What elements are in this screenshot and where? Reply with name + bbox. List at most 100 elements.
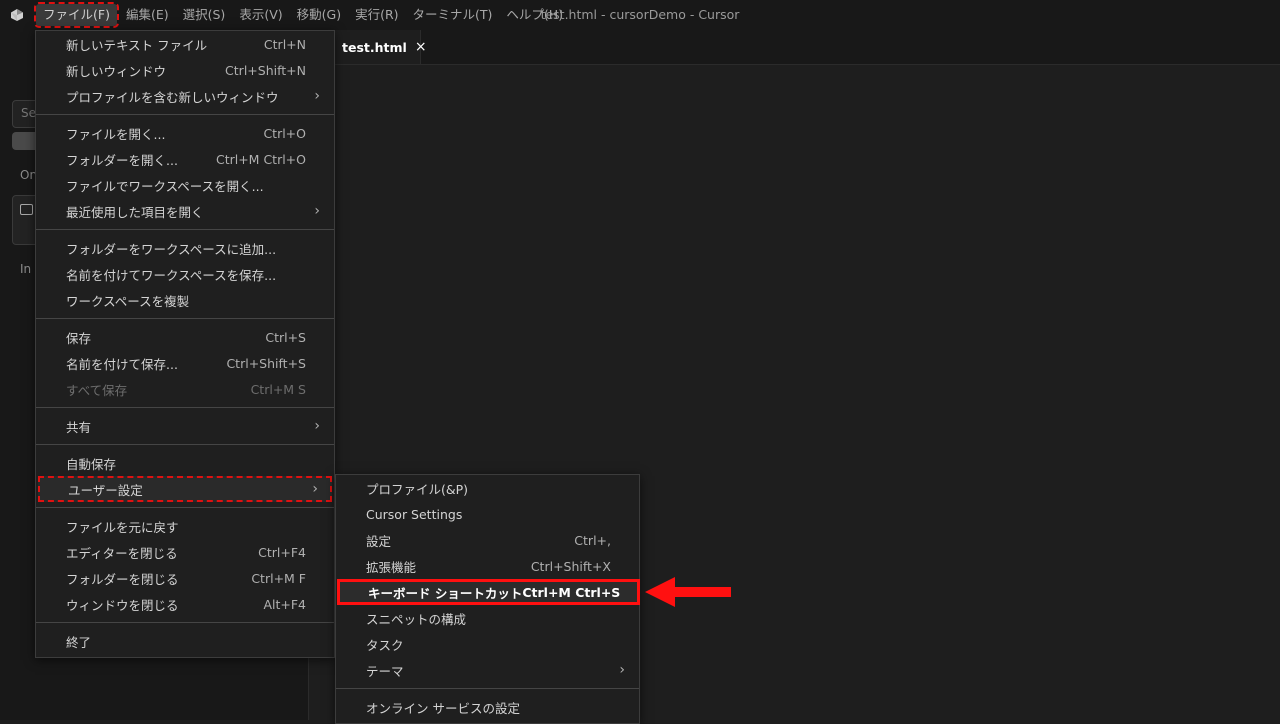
menu-item-shortcut: Ctrl+F4 [258,544,306,560]
menubar-item-5[interactable]: 実行(R) [348,4,405,26]
menu-item[interactable]: 最近使用した項目を開く › [36,198,334,224]
menu-item[interactable]: ファイルを元に戻す [36,513,334,539]
menubar-item-2[interactable]: 選択(S) [176,4,233,26]
menu-item-label: 名前を付けてワークスペースを保存... [66,267,277,283]
menu-item[interactable]: プロファイル(&P) [336,475,639,501]
menu-separator [36,407,334,408]
menu-item-label: ファイルを元に戻す [66,519,179,535]
menu-item[interactable]: ファイルを開く... Ctrl+O [36,120,334,146]
menu-item-label: ユーザー設定 [68,482,143,498]
menubar-item-7[interactable]: ヘルプ(H) [499,4,570,26]
menu-item[interactable]: 名前を付けて保存... Ctrl+Shift+S [36,350,334,376]
menu-item-shortcut: Ctrl+, [574,532,611,548]
menu-item-label: 設定 [366,533,392,549]
menu-item-label: エディターを閉じる [66,545,178,561]
menu-item[interactable]: ワークスペースを複製 [36,287,334,313]
menu-separator [36,507,334,508]
menu-item-label: オンライン サービスの設定 [366,700,520,716]
menu-item[interactable]: 名前を付けてワークスペースを保存... [36,261,334,287]
menu-item[interactable]: 設定 Ctrl+, [336,527,639,553]
menu-item[interactable]: ユーザー設定 › [38,476,332,502]
menu-item-label: 新しいテキスト ファイル [66,37,208,53]
menu-item-label: 拡張機能 [366,559,417,575]
menu-item: すべて保存 Ctrl+M S [36,376,334,402]
menu-item-label: 名前を付けて保存... [66,356,178,372]
menu-bar: ファイル(F) 編集(E) 選択(S) 表示(V) 移動(G) 実行(R) ターミナル(T)… [34,0,570,30]
menu-item[interactable]: テーマ › [336,657,639,683]
menu-separator [36,114,334,115]
menubar-item-3[interactable]: 表示(V) [232,4,289,26]
user-settings-submenu: プロファイル(&P) Cursor Settings 設定 Ctrl+, 拡張機能 Ctr… [335,474,640,724]
menu-item[interactable]: タスク [336,631,639,657]
sidebar-text: In [20,262,32,276]
menubar-item-6[interactable]: ターミナル(T) [406,4,500,26]
menu-item[interactable]: オンライン サービスの設定 [336,694,639,720]
menubar-item-1[interactable]: 編集(E) [119,4,176,26]
menu-item[interactable]: スニペットの構成 [336,605,639,631]
menu-item-label: タスク [366,637,404,653]
menu-separator [36,444,334,445]
menu-item-shortcut: Ctrl+M S [250,381,306,397]
menu-item-label: フォルダーを閉じる [66,571,179,587]
menu-item-label: 自動保存 [66,456,117,472]
menu-item-label: プロファイルを含む新しいウィンドウ [66,89,279,105]
menu-item-shortcut: Ctrl+N [263,36,306,52]
menu-item-label: フォルダーを開く... [66,152,178,168]
menu-separator [36,318,334,319]
chat-icon [20,204,33,215]
menu-item-label: ウィンドウを閉じる [66,597,179,613]
menu-item-label: 終了 [66,634,92,650]
menu-item[interactable]: キーボード ショートカット Ctrl+M Ctrl+S [337,579,640,605]
menu-item[interactable]: 保存 Ctrl+S [36,324,334,350]
menu-item-shortcut: Ctrl+S [265,329,306,345]
menu-item-label: 最近使用した項目を開く [66,204,204,220]
menu-item[interactable]: フォルダーをワークスペースに追加... [36,235,334,261]
menu-item-label: フォルダーをワークスペースに追加... [66,241,277,257]
menu-item-shortcut: Ctrl+Shift+X [530,558,611,574]
menu-item-label: ファイルでワークスペースを開く... [66,178,264,194]
chevron-right-icon: › [314,418,320,434]
menu-item-shortcut: Alt+F4 [263,596,306,612]
tab-label: test.html [342,39,407,55]
file-menu: 新しいテキスト ファイル Ctrl+N 新しいウィンドウ Ctrl+Shift+N プロ… [35,30,335,658]
menu-item-shortcut: Ctrl+Shift+S [226,355,306,371]
menu-item[interactable]: ファイルでワークスペースを開く... [36,172,334,198]
menu-item-label: 新しいウィンドウ [66,63,167,79]
chevron-right-icon: › [314,203,320,219]
editor-tab-bar: test.html × [309,30,1280,65]
menu-item-label: テーマ [366,663,404,679]
menubar-item-0[interactable]: ファイル(F) [34,2,119,28]
menu-item-label: ワークスペースを複製 [66,293,190,309]
menu-item-label: ファイルを開く... [66,126,166,142]
menu-item[interactable]: Cursor Settings [336,501,639,527]
menu-item[interactable]: 共有 › [36,413,334,439]
cursor-logo-icon[interactable] [0,0,34,30]
menu-item-shortcut: Ctrl+Shift+N [225,62,306,78]
menu-separator [36,622,334,623]
menu-item[interactable]: フォルダーを閉じる Ctrl+M F [36,565,334,591]
title-bar: ファイル(F) 編集(E) 選択(S) 表示(V) 移動(G) 実行(R) ターミナル(T)… [0,0,1280,30]
menu-item[interactable]: ウィンドウを閉じる Alt+F4 [36,591,334,617]
menu-item[interactable]: 拡張機能 Ctrl+Shift+X [336,553,639,579]
menubar-item-4[interactable]: 移動(G) [290,4,348,26]
chevron-right-icon: › [619,662,625,678]
menu-item-label: 共有 [66,419,92,435]
menu-item-shortcut: Ctrl+M F [251,570,306,586]
menu-item-shortcut: Ctrl+M Ctrl+O [215,151,306,167]
menu-item[interactable]: 終了 [36,628,334,654]
menu-item[interactable]: フォルダーを開く... Ctrl+M Ctrl+O [36,146,334,172]
menu-item-label: キーボード ショートカット [368,585,523,601]
menu-item-shortcut: Ctrl+O [263,125,306,141]
menu-item-label: 保存 [66,330,92,346]
menu-separator [36,229,334,230]
red-arrow-left-icon [645,577,731,607]
menu-item[interactable]: 新しいウィンドウ Ctrl+Shift+N [36,57,334,83]
chevron-right-icon: › [312,481,318,497]
menu-item[interactable]: 自動保存 [36,450,334,476]
close-icon[interactable]: × [415,39,427,55]
menu-item[interactable]: 新しいテキスト ファイル Ctrl+N [36,31,334,57]
menu-separator [336,688,639,689]
menu-item-shortcut: Ctrl+M Ctrl+S [522,584,621,600]
menu-item[interactable]: エディターを閉じる Ctrl+F4 [36,539,334,565]
menu-item[interactable]: プロファイルを含む新しいウィンドウ › [36,83,334,109]
